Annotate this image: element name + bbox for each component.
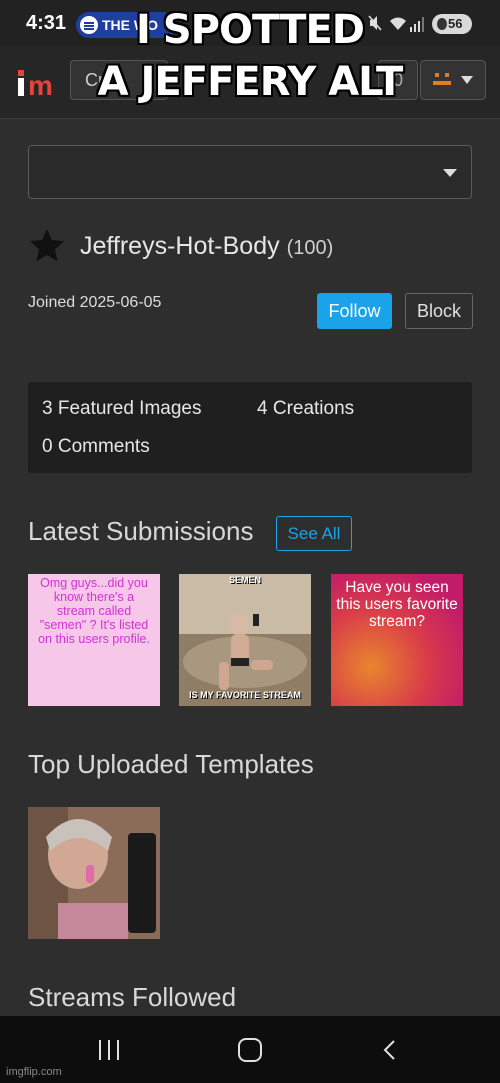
meme-caption-line1: I SPOTTED xyxy=(136,7,365,53)
back-icon[interactable] xyxy=(382,1040,398,1060)
submission-thumbnail[interactable]: Have you seen this users favorite stream… xyxy=(331,574,463,706)
meme-caption: I SPOTTED A JEFFERY ALT xyxy=(0,4,500,108)
photo-illustration xyxy=(179,574,311,706)
latest-submissions-heading: Latest Submissions xyxy=(28,516,254,546)
thumbnail-bottom-caption: IS MY FAVORITE STREAM xyxy=(189,690,301,700)
chevron-down-icon xyxy=(443,169,457,177)
join-date: Joined 2025-06-05 xyxy=(28,294,162,311)
comments-link[interactable]: 0 Comments xyxy=(42,436,150,458)
streams-followed-heading: Streams Followed xyxy=(28,982,237,1012)
follow-button[interactable]: Follow xyxy=(317,293,392,329)
navigation-bar xyxy=(0,1016,500,1083)
submission-thumbnail[interactable]: Omg guys...did you know there's a stream… xyxy=(28,574,160,706)
profile-stats: 3 Featured Images 4 Creations 0 Comments xyxy=(28,382,472,473)
recent-apps-icon[interactable] xyxy=(99,1040,121,1060)
profile-section-select[interactable] xyxy=(28,145,472,199)
meme-caption-line2: A JEFFERY ALT xyxy=(97,59,404,105)
thumbnail-text: Omg guys...did you know there's a stream… xyxy=(38,576,150,646)
user-points: (100) xyxy=(286,237,334,259)
thumbnail-top-caption: SEMEN xyxy=(228,575,261,585)
watermark: imgflip.com xyxy=(6,1066,62,1078)
top-templates-heading: Top Uploaded Templates xyxy=(28,749,314,779)
template-thumbnail[interactable] xyxy=(28,807,160,939)
home-icon[interactable] xyxy=(238,1038,262,1062)
block-button[interactable]: Block xyxy=(405,293,473,329)
creations-link[interactable]: 4 Creations xyxy=(257,398,354,420)
username: Jeffreys-Hot-Body xyxy=(80,232,280,260)
featured-images-link[interactable]: 3 Featured Images xyxy=(42,398,201,420)
star-icon xyxy=(29,228,65,262)
thumbnail-text: Have you seen this users favorite stream… xyxy=(336,579,458,630)
profile-username: Jeffreys-Hot-Body (100) xyxy=(80,232,333,261)
photo-illustration xyxy=(28,807,160,939)
submission-thumbnail[interactable]: SEMEN IS MY FAVORITE STREAM xyxy=(179,574,311,706)
see-all-button[interactable]: See All xyxy=(276,516,352,551)
